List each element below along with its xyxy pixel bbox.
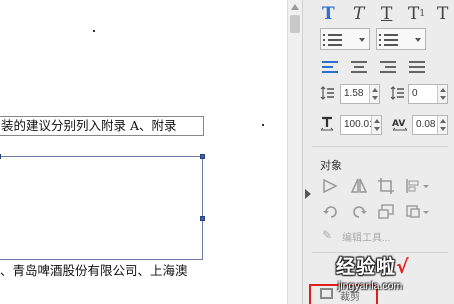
- stepper-buttons[interactable]: [369, 85, 379, 103]
- character-spacing-icon: AV: [392, 116, 408, 132]
- paragraph-spacing-value: 0: [412, 88, 418, 99]
- section-divider: [312, 252, 448, 253]
- bullet-list-button[interactable]: [320, 28, 370, 50]
- line-spacing-value: 1.58: [344, 88, 364, 99]
- align-center-icon[interactable]: [351, 60, 367, 74]
- resize-handle[interactable]: [200, 216, 205, 221]
- stepper-buttons[interactable]: [437, 85, 447, 103]
- text-block-line[interactable]: 、青岛啤酒股份有限公司、上海澳: [0, 262, 287, 280]
- collapse-panel-button[interactable]: [302, 186, 312, 202]
- numbered-list-button[interactable]: [376, 28, 426, 50]
- underline-text-icon[interactable]: T: [381, 4, 392, 24]
- edit-using-label: 编辑工具...: [342, 233, 391, 244]
- paragraph-spacing-stepper[interactable]: 0: [408, 84, 448, 104]
- align-objects-icon[interactable]: [405, 177, 431, 195]
- character-spacing-value: 0.08: [416, 119, 436, 130]
- page-mark: [93, 30, 95, 32]
- document-page[interactable]: 装的建议分别列入附录 A、附录 、青岛啤酒股份有限公司、上海澳: [0, 0, 287, 304]
- superscript-label: T: [408, 4, 420, 24]
- scroll-up-arrow-icon[interactable]: [291, 4, 299, 10]
- resize-handle[interactable]: [0, 154, 1, 159]
- chevron-down-icon[interactable]: [415, 38, 421, 42]
- superscript-text-icon[interactable]: T1: [408, 4, 425, 24]
- rotate-cw-icon[interactable]: [350, 203, 368, 221]
- scroll-thumb[interactable]: [290, 15, 300, 33]
- rotate-ccw-icon[interactable]: [322, 203, 340, 221]
- stepper-buttons[interactable]: [437, 116, 447, 134]
- collapse-arrow-icon: [305, 189, 311, 199]
- svg-text:AV: AV: [392, 119, 405, 129]
- page-mark: [262, 124, 264, 126]
- objects-section-title: 对象: [320, 160, 342, 172]
- line-spacing-stepper[interactable]: 1.58: [340, 84, 380, 104]
- selected-object-frame[interactable]: [0, 154, 205, 260]
- align-left-icon[interactable]: [322, 60, 338, 74]
- highlight-box: [309, 284, 378, 304]
- replace-image-icon[interactable]: [377, 203, 395, 221]
- pencil-icon: ✎: [322, 228, 333, 242]
- stepper-buttons[interactable]: [371, 116, 381, 134]
- bold-text-icon[interactable]: T: [322, 4, 335, 24]
- section-divider: [312, 146, 448, 147]
- italic-text-icon[interactable]: T: [353, 4, 364, 24]
- character-spacing-stepper[interactable]: 0.08: [412, 115, 448, 135]
- text-block-line[interactable]: 装的建议分别列入附录 A、附录: [0, 116, 204, 136]
- line-spacing-icon: [320, 85, 334, 101]
- arrange-icon[interactable]: [405, 203, 431, 221]
- chevron-down-icon[interactable]: [359, 38, 365, 42]
- vertical-scrollbar[interactable]: [287, 0, 302, 304]
- flip-vertical-icon[interactable]: [322, 177, 340, 195]
- subscript-text-icon[interactable]: T: [437, 4, 448, 24]
- horizontal-scale-icon: [320, 116, 334, 132]
- align-justify-icon[interactable]: [409, 60, 425, 74]
- resize-handle[interactable]: [200, 154, 205, 159]
- paragraph-spacing-icon: [390, 85, 404, 101]
- horizontal-scale-stepper[interactable]: 100.01: [340, 115, 382, 135]
- horizontal-scale-value: 100.01: [344, 119, 375, 130]
- crop-icon[interactable]: [377, 177, 395, 195]
- align-right-icon[interactable]: [380, 60, 396, 74]
- flip-horizontal-icon[interactable]: [350, 177, 368, 195]
